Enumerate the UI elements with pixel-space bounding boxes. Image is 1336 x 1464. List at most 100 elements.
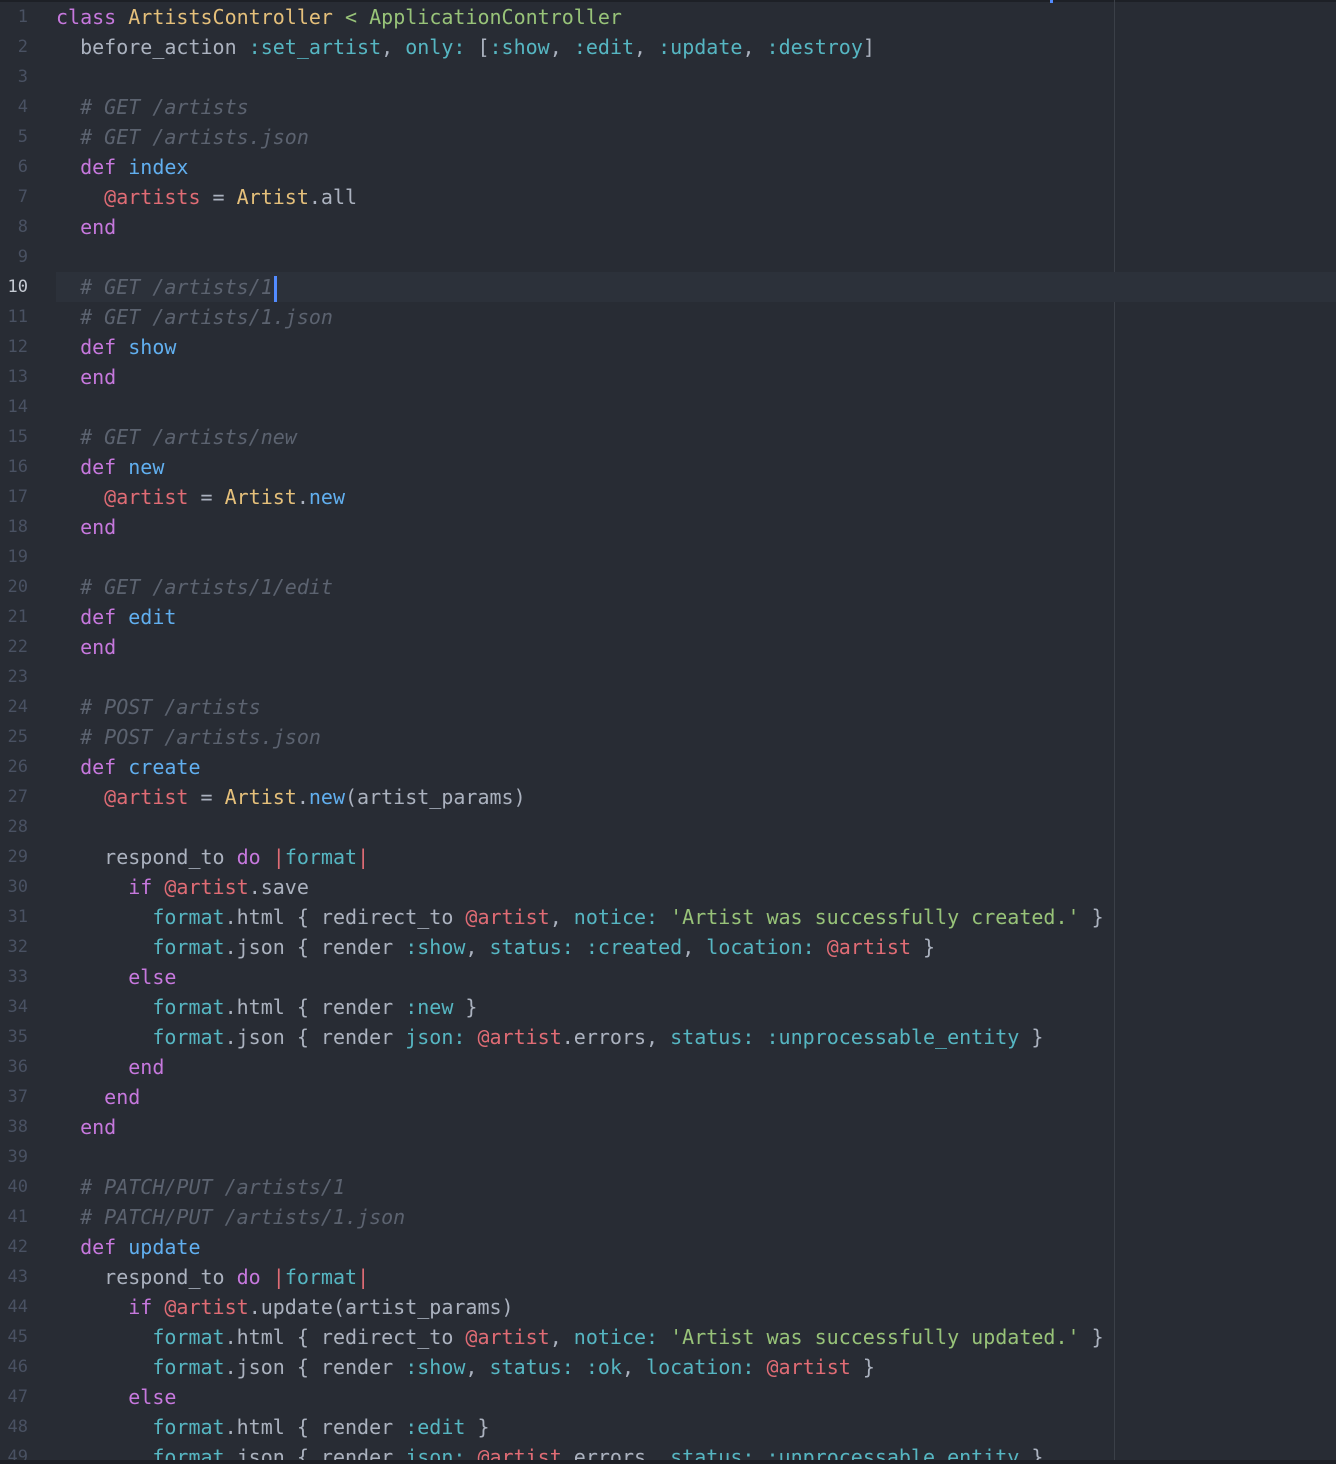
code-token: if: [128, 875, 153, 899]
code-line[interactable]: 35 format.json { render json: @artist.er…: [0, 1022, 1336, 1052]
code-line[interactable]: 23: [0, 662, 1336, 692]
line-code[interactable]: def update: [56, 1232, 1336, 1262]
line-code[interactable]: # POST /artists.json: [56, 722, 1336, 752]
line-code[interactable]: format.json { render :show, status: :ok,…: [56, 1352, 1336, 1382]
code-line[interactable]: 11 # GET /artists/1.json: [0, 302, 1336, 332]
code-line[interactable]: 13 end: [0, 362, 1336, 392]
code-line[interactable]: 5 # GET /artists.json: [0, 122, 1336, 152]
line-code[interactable]: respond_to do |format|: [56, 842, 1336, 872]
line-code[interactable]: def new: [56, 452, 1336, 482]
line-code[interactable]: [56, 542, 1336, 572]
line-code[interactable]: @artists = Artist.all: [56, 182, 1336, 212]
code-line[interactable]: 20 # GET /artists/1/edit: [0, 572, 1336, 602]
line-code[interactable]: def show: [56, 332, 1336, 362]
code-line[interactable]: 10 # GET /artists/1: [0, 272, 1336, 302]
line-code[interactable]: def index: [56, 152, 1336, 182]
line-code[interactable]: format.json { render :show, status: :cre…: [56, 932, 1336, 962]
line-code[interactable]: @artist = Artist.new: [56, 482, 1336, 512]
code-line[interactable]: 29 respond_to do |format|: [0, 842, 1336, 872]
code-line[interactable]: 15 # GET /artists/new: [0, 422, 1336, 452]
line-code[interactable]: end: [56, 632, 1336, 662]
line-code[interactable]: [56, 392, 1336, 422]
code-line[interactable]: 22 end: [0, 632, 1336, 662]
line-code[interactable]: end: [56, 512, 1336, 542]
line-code[interactable]: # PATCH/PUT /artists/1.json: [56, 1202, 1336, 1232]
line-code[interactable]: format.html { redirect_to @artist, notic…: [56, 902, 1336, 932]
line-code[interactable]: format.json { render json: @artist.error…: [56, 1022, 1336, 1052]
line-code[interactable]: # GET /artists.json: [56, 122, 1336, 152]
code-token: format: [152, 935, 225, 959]
code-line[interactable]: 17 @artist = Artist.new: [0, 482, 1336, 512]
code-line[interactable]: 43 respond_to do |format|: [0, 1262, 1336, 1292]
code-line[interactable]: 34 format.html { render :new }: [0, 992, 1336, 1022]
code-line[interactable]: 12 def show: [0, 332, 1336, 362]
line-code[interactable]: # GET /artists/new: [56, 422, 1336, 452]
line-code[interactable]: class ArtistsController < ApplicationCon…: [56, 2, 1336, 32]
line-code[interactable]: [56, 1142, 1336, 1172]
code-line[interactable]: 6 def index: [0, 152, 1336, 182]
code-line[interactable]: 25 # POST /artists.json: [0, 722, 1336, 752]
code-line[interactable]: 40 # PATCH/PUT /artists/1: [0, 1172, 1336, 1202]
code-line[interactable]: 27 @artist = Artist.new(artist_params): [0, 782, 1336, 812]
line-code[interactable]: # GET /artists/1: [56, 272, 1336, 302]
code-line[interactable]: 41 # PATCH/PUT /artists/1.json: [0, 1202, 1336, 1232]
line-code[interactable]: # GET /artists/1.json: [56, 302, 1336, 332]
line-code[interactable]: respond_to do |format|: [56, 1262, 1336, 1292]
code-line[interactable]: 16 def new: [0, 452, 1336, 482]
code-line[interactable]: 38 end: [0, 1112, 1336, 1142]
code-line[interactable]: 9: [0, 242, 1336, 272]
line-code[interactable]: [56, 812, 1336, 842]
code-line[interactable]: 4 # GET /artists: [0, 92, 1336, 122]
code-line[interactable]: 30 if @artist.save: [0, 872, 1336, 902]
line-code[interactable]: end: [56, 1052, 1336, 1082]
line-code[interactable]: # GET /artists: [56, 92, 1336, 122]
line-code[interactable]: [56, 242, 1336, 272]
code-token: respond_to: [56, 1265, 237, 1289]
code-line[interactable]: 18 end: [0, 512, 1336, 542]
code-line[interactable]: 36 end: [0, 1052, 1336, 1082]
code-line[interactable]: 37 end: [0, 1082, 1336, 1112]
code-line[interactable]: 48 format.html { render :edit }: [0, 1412, 1336, 1442]
code-line[interactable]: 1 class ArtistsController < ApplicationCo…: [0, 2, 1336, 32]
code-line[interactable]: 31 format.html { redirect_to @artist, no…: [0, 902, 1336, 932]
code-line[interactable]: 32 format.json { render :show, status: :…: [0, 932, 1336, 962]
code-line[interactable]: 7 @artists = Artist.all: [0, 182, 1336, 212]
line-code[interactable]: format.html { render :new }: [56, 992, 1336, 1022]
line-code[interactable]: # POST /artists: [56, 692, 1336, 722]
code-line[interactable]: 39: [0, 1142, 1336, 1172]
code-line[interactable]: 19: [0, 542, 1336, 572]
code-editor[interactable]: 1 class ArtistsController < ApplicationCo…: [0, 0, 1336, 1464]
line-code[interactable]: [56, 662, 1336, 692]
line-code[interactable]: end: [56, 212, 1336, 242]
code-line[interactable]: 3: [0, 62, 1336, 92]
code-line[interactable]: 24 # POST /artists: [0, 692, 1336, 722]
line-code[interactable]: if @artist.save: [56, 872, 1336, 902]
code-line[interactable]: 45 format.html { redirect_to @artist, no…: [0, 1322, 1336, 1352]
line-code[interactable]: # PATCH/PUT /artists/1: [56, 1172, 1336, 1202]
line-code[interactable]: def create: [56, 752, 1336, 782]
code-line[interactable]: 14: [0, 392, 1336, 422]
line-code[interactable]: format.html { redirect_to @artist, notic…: [56, 1322, 1336, 1352]
line-code[interactable]: else: [56, 1382, 1336, 1412]
line-code[interactable]: end: [56, 362, 1336, 392]
code-line[interactable]: 8 end: [0, 212, 1336, 242]
line-code[interactable]: @artist = Artist.new(artist_params): [56, 782, 1336, 812]
code-line[interactable]: 42 def update: [0, 1232, 1336, 1262]
line-code[interactable]: if @artist.update(artist_params): [56, 1292, 1336, 1322]
line-code[interactable]: format.html { render :edit }: [56, 1412, 1336, 1442]
code-line[interactable]: 21 def edit: [0, 602, 1336, 632]
line-code[interactable]: end: [56, 1082, 1336, 1112]
code-line[interactable]: 2 before_action :set_artist, only: [:sho…: [0, 32, 1336, 62]
code-line[interactable]: 33 else: [0, 962, 1336, 992]
code-line[interactable]: 28: [0, 812, 1336, 842]
line-code[interactable]: # GET /artists/1/edit: [56, 572, 1336, 602]
code-line[interactable]: 26 def create: [0, 752, 1336, 782]
code-line[interactable]: 46 format.json { render :show, status: :…: [0, 1352, 1336, 1382]
line-code[interactable]: def edit: [56, 602, 1336, 632]
line-code[interactable]: else: [56, 962, 1336, 992]
line-code[interactable]: end: [56, 1112, 1336, 1142]
code-line[interactable]: 44 if @artist.update(artist_params): [0, 1292, 1336, 1322]
line-code[interactable]: [56, 62, 1336, 92]
line-code[interactable]: before_action :set_artist, only: [:show,…: [56, 32, 1336, 62]
code-line[interactable]: 47 else: [0, 1382, 1336, 1412]
